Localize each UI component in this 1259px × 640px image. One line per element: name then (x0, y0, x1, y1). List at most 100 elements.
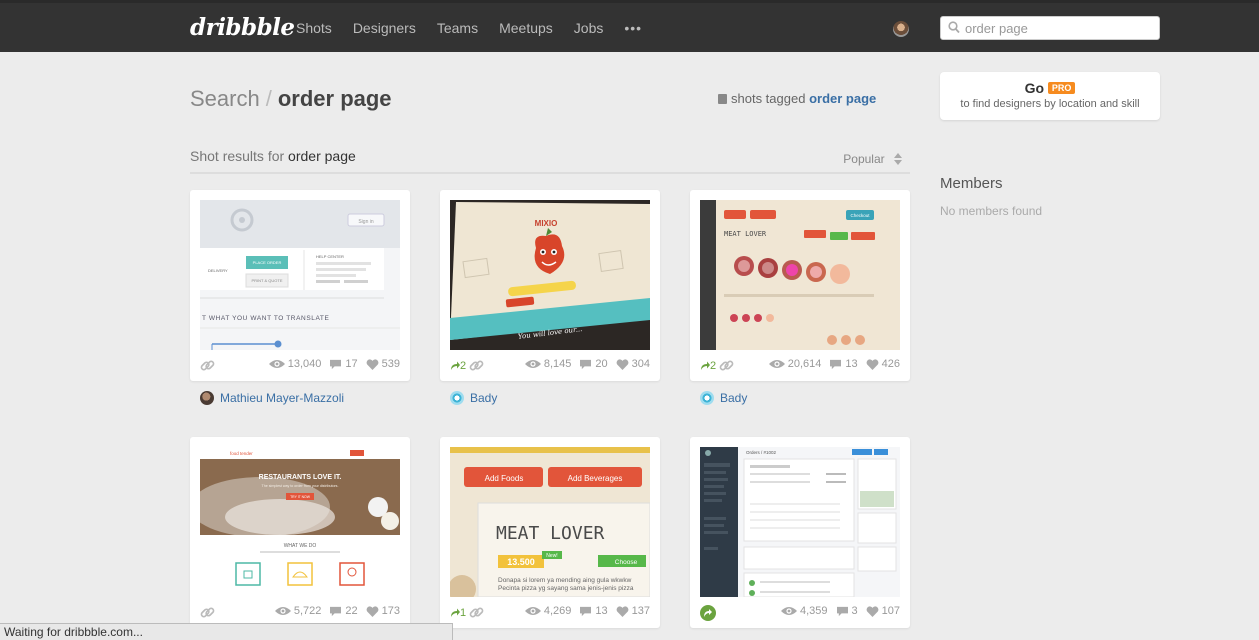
shot-thumbnail[interactable]: Orders / #1002 (700, 447, 900, 597)
likes-count[interactable]: 137 (616, 605, 650, 617)
attachment-link-icon[interactable] (469, 358, 484, 373)
go-label: Go (1024, 80, 1045, 96)
likes-count[interactable]: 426 (866, 358, 900, 370)
browser-status-bar: Waiting for dribbble.com... (0, 623, 453, 640)
shot-author[interactable]: Mathieu Mayer-Mazzoli (200, 391, 344, 405)
shot-card: Orders / #1002 4,359 3 107 (690, 437, 910, 628)
shot-image: MIXIO You will love our... (450, 200, 650, 350)
svg-text:Sign in: Sign in (358, 219, 374, 225)
search-box[interactable] (940, 16, 1160, 40)
shot-thumbnail[interactable]: MIXIO You will love our... (450, 200, 650, 350)
sort-dropdown[interactable]: Popular (843, 152, 902, 166)
svg-text:Add Foods: Add Foods (485, 474, 524, 483)
svg-text:T WHAT YOU WANT TO TRANSLATE: T WHAT YOU WANT TO TRANSLATE (202, 315, 330, 322)
go-pro-subtext: to find designers by location and skill (960, 98, 1140, 110)
heart-icon (616, 606, 629, 617)
nav-designers[interactable]: Designers (353, 20, 416, 36)
svg-text:HELP CENTER: HELP CENTER (316, 254, 344, 259)
rebound-count[interactable]: 2 (700, 360, 716, 372)
heart-icon (866, 606, 879, 617)
views-count: 20,614 (769, 358, 821, 370)
shots-tagged-link: shots tagged order page (718, 91, 876, 106)
views-count: 4,359 (781, 605, 828, 617)
eye-icon (769, 359, 785, 369)
svg-text:PLACE ORDER: PLACE ORDER (253, 260, 282, 265)
likes-count[interactable]: 107 (866, 605, 900, 617)
shot-author[interactable]: Bady (450, 391, 497, 405)
shot-image: Sign in DELIVERY PLACE ORDER PRINT & QUO… (200, 200, 400, 350)
tag-link[interactable]: order page (809, 91, 876, 106)
eye-icon (781, 606, 797, 616)
shot-stats: 1 4,269 13 137 (450, 605, 650, 621)
shot-thumbnail[interactable]: Add Foods Add Beverages MEAT LOVER 13.50… (450, 447, 650, 597)
shot-card: Sign in DELIVERY PLACE ORDER PRINT & QUO… (190, 190, 410, 381)
heart-icon (866, 359, 879, 370)
likes-count[interactable]: 539 (366, 358, 400, 370)
author-name[interactable]: Bady (470, 391, 497, 405)
svg-text:MIXIO: MIXIO (535, 219, 558, 228)
eye-icon (525, 359, 541, 369)
attachment-link-icon[interactable] (469, 605, 484, 620)
rebound-badge-icon[interactable] (700, 605, 716, 621)
comments-count[interactable]: 13 (829, 358, 858, 370)
tag-icon (718, 94, 727, 104)
results-label: Shot results for order page (190, 148, 356, 164)
attachment-link-icon[interactable] (200, 358, 215, 373)
user-avatar[interactable] (893, 21, 909, 37)
shot-image: Add Foods Add Beverages MEAT LOVER 13.50… (450, 447, 650, 597)
shot-thumbnail[interactable]: food tender RESTAURANTS LOVE IT. The sim… (200, 447, 400, 597)
svg-text:MEAT LOVER: MEAT LOVER (724, 230, 767, 238)
views-count: 4,269 (525, 605, 571, 617)
views-count: 13,040 (269, 358, 321, 370)
shot-stats: 13,040 17 539 (200, 358, 400, 374)
author-name[interactable]: Mathieu Mayer-Mazzoli (220, 391, 344, 405)
svg-text:PRINT & QUOTE: PRINT & QUOTE (251, 278, 282, 283)
rebound-icon (450, 608, 460, 618)
more-menu-icon[interactable]: ••• (624, 20, 642, 36)
go-pro-heading: Go PRO (940, 80, 1160, 96)
svg-text:Checkout: Checkout (850, 213, 870, 218)
svg-text:Choose: Choose (615, 559, 638, 566)
comments-count[interactable]: 22 (329, 605, 358, 617)
nav-meetups[interactable]: Meetups (499, 20, 553, 36)
svg-text:Orders / #1002: Orders / #1002 (746, 450, 777, 455)
comment-icon (836, 606, 849, 617)
heart-icon (366, 359, 379, 370)
attachment-link-icon[interactable] (200, 605, 215, 620)
views-count: 5,722 (275, 605, 321, 617)
search-input[interactable] (965, 19, 1155, 37)
shot-stats: 5,722 22 173 (200, 605, 400, 621)
comments-count[interactable]: 3 (836, 605, 858, 617)
nav-jobs[interactable]: Jobs (574, 20, 604, 36)
comments-count[interactable]: 17 (329, 358, 358, 370)
shot-card: food tender RESTAURANTS LOVE IT. The sim… (190, 437, 410, 628)
likes-count[interactable]: 304 (616, 358, 650, 370)
results-header: Shot results for order page Popular (190, 148, 910, 174)
shot-thumbnail[interactable]: Checkout MEAT LOVER (700, 200, 900, 350)
rebound-count[interactable]: 2 (450, 360, 466, 372)
nav-teams[interactable]: Teams (437, 20, 478, 36)
shot-thumbnail[interactable]: Sign in DELIVERY PLACE ORDER PRINT & QUO… (200, 200, 400, 350)
shot-stats: 4,359 3 107 (700, 605, 900, 621)
go-pro-box[interactable]: Go PRO to find designers by location and… (940, 72, 1160, 120)
eye-icon (525, 606, 541, 616)
comments-count[interactable]: 13 (579, 605, 608, 617)
results-query: order page (288, 148, 356, 164)
attachment-link-icon[interactable] (719, 358, 734, 373)
top-navigation-bar: dribbble Shots Designers Teams Meetups J… (0, 0, 1259, 52)
dribbble-logo[interactable]: dribbble (190, 14, 295, 41)
svg-text:WHAT WE DO: WHAT WE DO (284, 543, 317, 549)
comments-count[interactable]: 20 (579, 358, 608, 370)
nav-shots[interactable]: Shots (296, 20, 332, 36)
rebound-count[interactable]: 1 (450, 607, 466, 619)
likes-count[interactable]: 173 (366, 605, 400, 617)
heart-icon (616, 359, 629, 370)
shot-author[interactable]: Bady (700, 391, 747, 405)
author-name[interactable]: Bady (720, 391, 747, 405)
title-separator: / (265, 86, 272, 111)
author-avatar (450, 391, 464, 405)
comment-icon (329, 359, 342, 370)
shot-card: Checkout MEAT LOVER 2 20,614 13 426 (690, 190, 910, 381)
search-label[interactable]: Search (190, 86, 260, 111)
svg-text:New!: New! (546, 553, 557, 559)
